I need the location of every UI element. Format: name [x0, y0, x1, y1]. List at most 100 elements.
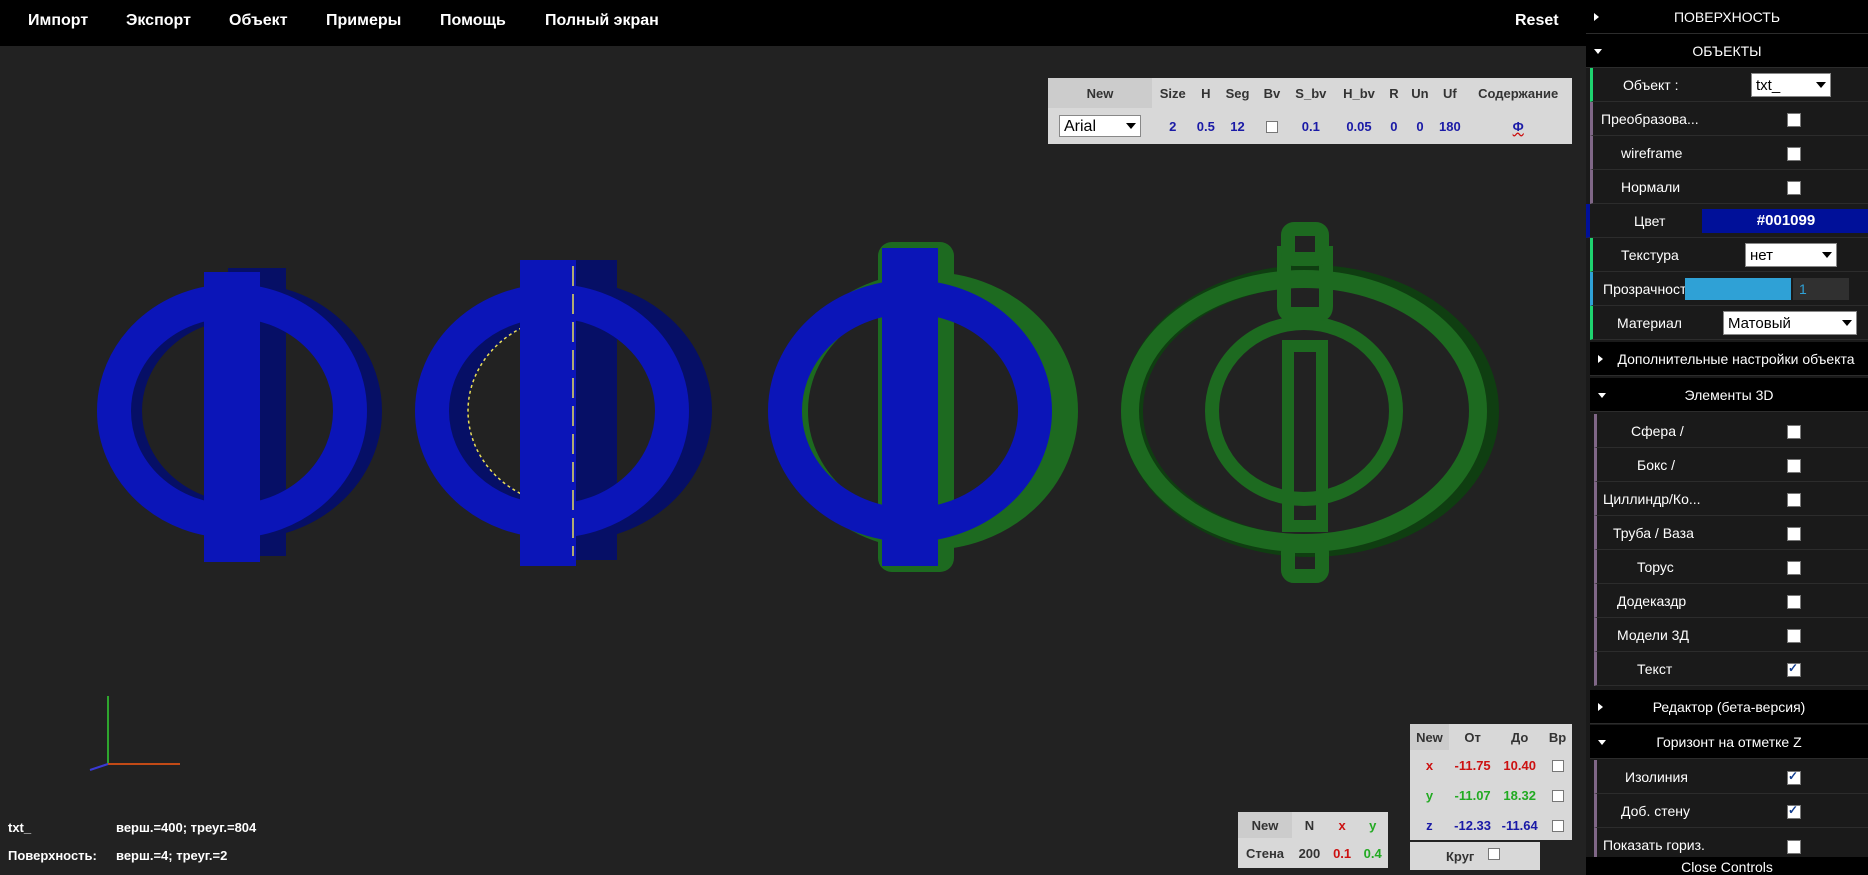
normals-checkbox[interactable]	[1787, 181, 1801, 195]
element-tube-checkbox[interactable]	[1787, 527, 1801, 541]
glyph-blue-outlined[interactable]	[415, 260, 712, 566]
folder-surface-title: ПОВЕРХНОСТЬ	[1673, 9, 1781, 25]
range-y-from[interactable]: -11.07	[1449, 780, 1496, 810]
range-x-checkbox[interactable]	[1551, 760, 1564, 773]
menu-help[interactable]: Помощь	[440, 12, 506, 30]
element-text-checkbox[interactable]	[1787, 661, 1801, 677]
font-select[interactable]: Arial	[1059, 115, 1141, 137]
wall-col-new[interactable]: New	[1238, 812, 1293, 838]
wall-y-value[interactable]: 0.4	[1357, 838, 1388, 868]
folder-extra-title: Дополнительные настройки объекта	[1617, 351, 1855, 367]
text-params-table: New Size H Seg Bv S_bv H_bv R Un Uf Соде…	[1048, 78, 1572, 144]
material-select[interactable]: Матовый	[1723, 311, 1857, 335]
wall-x-value[interactable]: 0.1	[1327, 838, 1358, 868]
circle-checkbox[interactable]	[1488, 848, 1500, 860]
circle-toggle[interactable]: Круг	[1410, 842, 1540, 870]
seg-value[interactable]: 12	[1218, 108, 1257, 144]
range-col-new[interactable]: New	[1410, 724, 1449, 750]
element-tube-row[interactable]: Труба / Ваза	[1594, 516, 1868, 550]
folder-elements-title: Элементы 3D	[1684, 387, 1774, 403]
element-dodecahedron-checkbox[interactable]	[1787, 595, 1801, 609]
element-models-checkbox[interactable]	[1787, 629, 1801, 643]
texture-select[interactable]: нет	[1745, 243, 1837, 267]
element-box-row[interactable]: Бокс /	[1594, 448, 1868, 482]
range-y-axis: y	[1425, 787, 1434, 803]
range-z-from[interactable]: -12.33	[1449, 810, 1496, 840]
opacity-input[interactable]: 1	[1793, 278, 1849, 300]
element-sphere-checkbox[interactable]	[1787, 425, 1801, 439]
range-col-from: От	[1464, 729, 1481, 745]
folder-3d-elements[interactable]: Элементы 3D	[1590, 378, 1868, 412]
object-stats: верш.=400; треуг.=804	[116, 820, 257, 835]
menu-fullscreen[interactable]: Полный экран	[545, 12, 659, 30]
range-z-to[interactable]: -11.64	[1496, 810, 1543, 840]
opacity-slider[interactable]	[1685, 278, 1791, 300]
element-box-label: Бокс /	[1637, 457, 1676, 473]
col-bv: Bv	[1263, 85, 1281, 101]
transform-row[interactable]: Преобразова...	[1590, 102, 1868, 136]
isoline-row[interactable]: Изолиния	[1594, 760, 1868, 794]
glyph-green-wall[interactable]	[1121, 222, 1499, 583]
h-value[interactable]: 0.5	[1194, 108, 1219, 144]
range-y-checkbox[interactable]	[1551, 790, 1564, 803]
add-wall-row[interactable]: Доб. стену	[1594, 794, 1868, 828]
menu-export[interactable]: Экспорт	[126, 12, 191, 30]
folder-extra-settings[interactable]: Дополнительные настройки объекта	[1590, 342, 1868, 376]
3d-viewport[interactable]	[0, 46, 1586, 875]
h-bv-value[interactable]: 0.05	[1335, 108, 1384, 144]
range-z-checkbox[interactable]	[1551, 820, 1564, 833]
range-x-to[interactable]: 10.40	[1496, 750, 1543, 780]
r-value[interactable]: 0	[1383, 108, 1404, 144]
element-text-row[interactable]: Текст	[1594, 652, 1868, 686]
content-value[interactable]: Ф	[1464, 108, 1572, 144]
reset-button[interactable]: Reset	[1515, 12, 1559, 30]
normals-row[interactable]: Нормали	[1590, 170, 1868, 204]
wall-col-n: N	[1304, 817, 1315, 833]
glyph-solid-blue[interactable]	[97, 268, 382, 562]
bv-checkbox[interactable]	[1265, 121, 1278, 134]
show-horizon-label: Показать гориз.	[1603, 837, 1705, 853]
range-y-to[interactable]: 18.32	[1496, 780, 1543, 810]
element-sphere-label: Сфера /	[1631, 423, 1684, 439]
size-value[interactable]: 2	[1152, 108, 1194, 144]
font-select-value: Arial	[1064, 118, 1097, 135]
folder-editor[interactable]: Редактор (бета-версия)	[1590, 690, 1868, 724]
wall-n-value[interactable]: 200	[1292, 838, 1327, 868]
scene-canvas[interactable]	[0, 46, 1586, 875]
col-seg: Seg	[1225, 85, 1250, 101]
object-select[interactable]: txt_	[1751, 73, 1831, 97]
element-models-row[interactable]: Модели 3Д	[1594, 618, 1868, 652]
menu-import[interactable]: Импорт	[28, 12, 88, 30]
element-box-checkbox[interactable]	[1787, 459, 1801, 473]
opacity-row: Прозрачность 1	[1590, 272, 1868, 306]
close-controls-button[interactable]: Close Controls	[1586, 857, 1868, 875]
element-torus-checkbox[interactable]	[1787, 561, 1801, 575]
element-sphere-row[interactable]: Сфера /	[1594, 414, 1868, 448]
element-torus-row[interactable]: Торус	[1594, 550, 1868, 584]
folder-objects[interactable]: ОБЪЕКТЫ	[1586, 34, 1868, 68]
circle-label: Круг	[1446, 849, 1475, 864]
menu-object[interactable]: Объект	[229, 12, 288, 30]
glyph-blue-green-wall[interactable]	[768, 242, 1078, 572]
element-dodecahedron-row[interactable]: Додеказдр	[1594, 584, 1868, 618]
col-new[interactable]: New	[1048, 78, 1152, 108]
uf-value[interactable]: 180	[1435, 108, 1464, 144]
col-size: Size	[1159, 85, 1186, 101]
add-wall-checkbox[interactable]	[1787, 803, 1801, 819]
wireframe-row[interactable]: wireframe	[1590, 136, 1868, 170]
folder-horizon[interactable]: Горизонт на отметке Z	[1590, 725, 1868, 759]
folder-surface[interactable]: ПОВЕРХНОСТЬ	[1586, 0, 1868, 34]
element-cylinder-checkbox[interactable]	[1787, 493, 1801, 507]
color-swatch[interactable]: #001099	[1702, 209, 1868, 233]
range-x-from[interactable]: -11.75	[1449, 750, 1496, 780]
col-un: Un	[1411, 85, 1429, 101]
s-bv-value[interactable]: 0.1	[1287, 108, 1335, 144]
show-horizon-row[interactable]: Показать гориз.	[1594, 828, 1868, 858]
menu-examples[interactable]: Примеры	[326, 12, 401, 30]
transform-checkbox[interactable]	[1787, 113, 1801, 127]
un-value[interactable]: 0	[1405, 108, 1436, 144]
show-horizon-checkbox[interactable]	[1787, 840, 1801, 854]
isoline-checkbox[interactable]	[1787, 769, 1801, 785]
element-cylinder-row[interactable]: Циллиндр/Ко...	[1594, 482, 1868, 516]
wireframe-checkbox[interactable]	[1787, 147, 1801, 161]
